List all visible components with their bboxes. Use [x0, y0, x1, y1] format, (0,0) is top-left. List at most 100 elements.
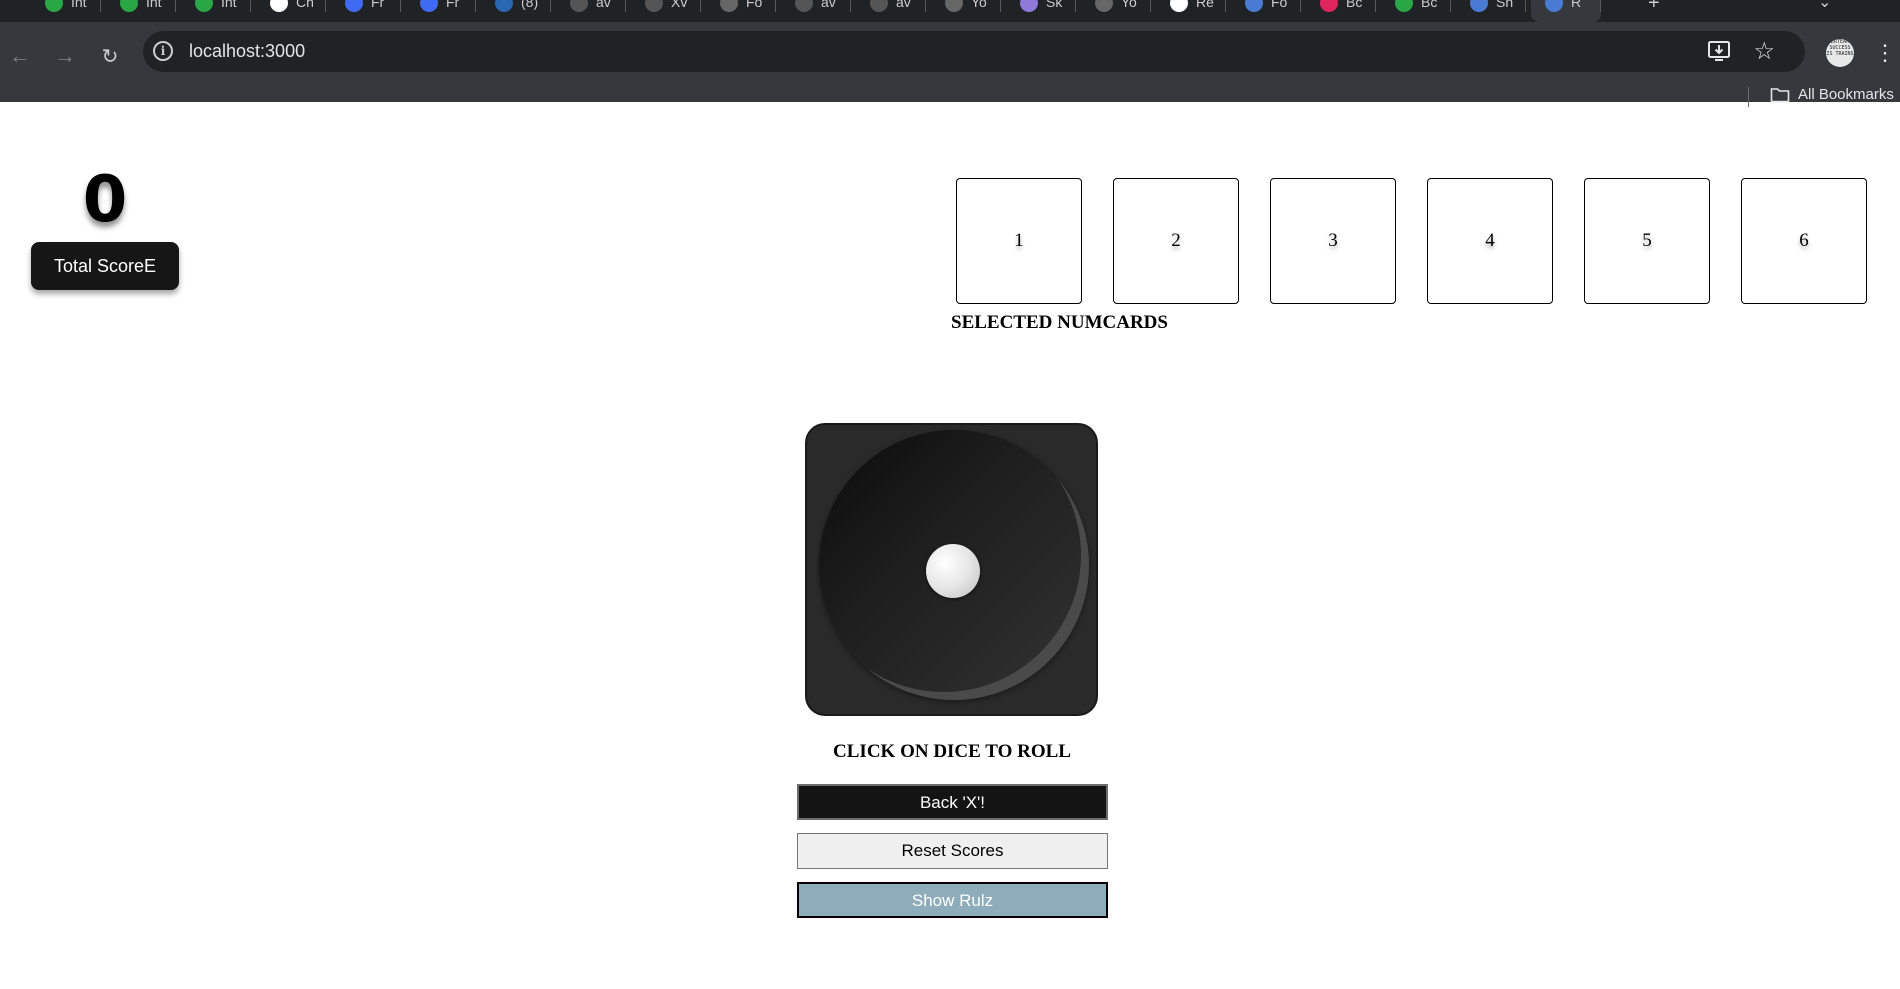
browser-tab[interactable]: av [856, 0, 926, 22]
tab-separator [850, 0, 851, 12]
url-text[interactable]: localhost:3000 [189, 41, 305, 62]
tab-title: Fo [1271, 0, 1288, 10]
tab-separator [100, 0, 101, 12]
numcard-2[interactable]: 2 [1113, 178, 1239, 304]
tab-title: Int [221, 0, 237, 10]
tab-search-icon[interactable]: ⌄ [1818, 0, 1831, 12]
reset-scores-button[interactable]: Reset Scores [797, 833, 1108, 869]
tab-favicon-icon [795, 0, 813, 12]
browser-tab[interactable]: Bc [1381, 0, 1451, 22]
folder-icon [1770, 87, 1790, 102]
browser-tab[interactable]: (8) [481, 0, 551, 22]
browser-toolbar: ← → ↻ i localhost:3000 ☆ ERTEAM SUCCESS … [0, 22, 1900, 107]
forward-arrow-icon[interactable]: → [47, 38, 83, 74]
tab-separator [1525, 0, 1526, 12]
browser-tab[interactable]: Bc [1306, 0, 1376, 22]
numcard-5[interactable]: 5 [1584, 178, 1710, 304]
dice[interactable] [805, 423, 1098, 716]
browser-tab[interactable]: av [556, 0, 626, 22]
browser-tab[interactable]: Fo [1231, 0, 1301, 22]
browser-tab[interactable]: Fo [706, 0, 776, 22]
address-bar[interactable]: i localhost:3000 ☆ [143, 31, 1805, 72]
new-tab-icon[interactable]: + [1648, 0, 1660, 15]
browser-tab-strip: Int Int Int Ch Fr Fr (8) av Xv Fo av av Yo Sk Yo Re Fo Bc… [0, 0, 1900, 22]
bookmark-star-icon[interactable]: ☆ [1753, 37, 1775, 66]
tab-title: Bc [1346, 0, 1363, 10]
tab-separator [1000, 0, 1001, 12]
tab-title: av [821, 0, 836, 10]
kebab-menu-icon[interactable]: ⋮ [1874, 40, 1896, 66]
tab-favicon-icon [345, 0, 363, 12]
tab-favicon-icon [1545, 0, 1563, 12]
browser-tab[interactable]: Xv [631, 0, 701, 22]
browser-tab[interactable]: Sk [1006, 0, 1076, 22]
tab-favicon-icon [1020, 0, 1038, 12]
browser-tab[interactable]: Yo [931, 0, 1001, 22]
show-rules-button[interactable]: Show Rulz [797, 882, 1108, 918]
tab-title: (8) [521, 0, 539, 10]
browser-tab[interactable]: Int [106, 0, 176, 22]
tab-favicon-icon [120, 0, 138, 12]
browser-tab[interactable]: Int [181, 0, 251, 22]
tab-title: av [596, 0, 611, 10]
tab-title: av [896, 0, 911, 10]
tab-separator [625, 0, 626, 12]
browser-tab[interactable]: Re [1156, 0, 1226, 22]
tab-separator [325, 0, 326, 12]
tab-title: Sk [1046, 0, 1063, 10]
dice-instruction: CLICK ON DICE TO ROLL [833, 741, 1071, 762]
tab-favicon-icon [870, 0, 888, 12]
tab-separator [1150, 0, 1151, 12]
tab-title: Ch [296, 0, 314, 10]
tab-title: Yo [1121, 0, 1137, 10]
install-app-icon[interactable] [1707, 39, 1733, 63]
tab-separator [1225, 0, 1226, 12]
tab-favicon-icon [420, 0, 438, 12]
browser-tab[interactable]: Ch [256, 0, 326, 22]
all-bookmarks-label: All Bookmarks [1798, 86, 1894, 103]
all-bookmarks-button[interactable]: All Bookmarks [1770, 86, 1894, 103]
numcard-3[interactable]: 3 [1270, 178, 1396, 304]
tab-title: Fr [446, 0, 460, 10]
site-info-icon[interactable]: i [153, 41, 173, 61]
tab-separator [175, 0, 176, 12]
browser-tab[interactable]: Fr [406, 0, 476, 22]
browser-tab[interactable]: Yo [1081, 0, 1151, 22]
numcard-6[interactable]: 6 [1741, 178, 1867, 304]
browser-tab[interactable]: Int [31, 0, 101, 22]
tab-title: Fo [746, 0, 763, 10]
tab-separator [925, 0, 926, 12]
tab-title: Int [146, 0, 162, 10]
tab-separator [1300, 0, 1301, 12]
reload-icon[interactable]: ↻ [92, 38, 128, 74]
tab-separator [550, 0, 551, 12]
back-arrow-icon[interactable]: ← [2, 38, 38, 74]
browser-tab[interactable]: av [781, 0, 851, 22]
tab-favicon-icon [270, 0, 288, 12]
profile-avatar-text: ERTEAM SUCCESS IS TRAINS [1826, 39, 1854, 57]
browser-tab[interactable]: Sh [1456, 0, 1526, 22]
back-button[interactable]: Back 'X'! [797, 784, 1108, 820]
numcard-4[interactable]: 4 [1427, 178, 1553, 304]
tab-favicon-icon [1320, 0, 1338, 12]
selected-numcards-label: SELECTED NUMCARDS [951, 312, 1168, 333]
tab-favicon-icon [645, 0, 663, 12]
total-score-value: 0 [82, 163, 128, 237]
total-score-label: Total ScoreE [31, 242, 179, 290]
tab-favicon-icon [45, 0, 63, 12]
tab-separator [700, 0, 701, 12]
tab-separator [250, 0, 251, 12]
dice-pip [926, 544, 980, 598]
tab-separator [475, 0, 476, 12]
tab-favicon-icon [1245, 0, 1263, 12]
tab-favicon-icon [495, 0, 513, 12]
browser-tab[interactable]: Fr [331, 0, 401, 22]
tab-separator [400, 0, 401, 12]
tab-favicon-icon [1170, 0, 1188, 12]
numcard-1[interactable]: 1 [956, 178, 1082, 304]
browser-tab[interactable]: R [1531, 0, 1601, 22]
tab-title: Int [71, 0, 87, 10]
profile-avatar[interactable]: ERTEAM SUCCESS IS TRAINS [1826, 39, 1854, 67]
tab-favicon-icon [570, 0, 588, 12]
tab-favicon-icon [195, 0, 213, 12]
